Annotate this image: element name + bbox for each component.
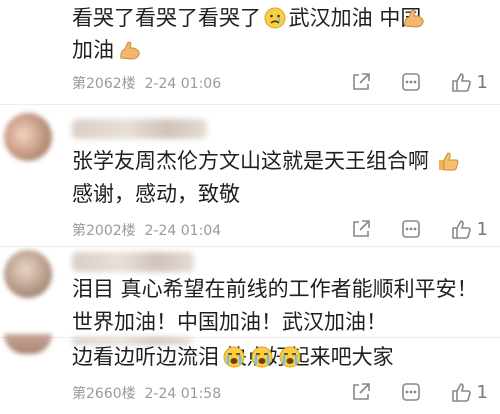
flexed-arm-icon bbox=[402, 7, 426, 33]
crying-face-icon bbox=[278, 346, 302, 372]
like-count: 1 bbox=[476, 218, 488, 240]
forward-icon[interactable] bbox=[399, 380, 423, 404]
comment-text-line: 世界加油！中国加油！武汉加油！ bbox=[72, 310, 387, 334]
comment-actions: 1 bbox=[323, 380, 488, 404]
thumbs-up-icon bbox=[449, 217, 473, 241]
comment-meta: 第2660楼 2-24 01:58 bbox=[72, 386, 222, 402]
comment-actions: 1 bbox=[323, 217, 488, 241]
avatar[interactable] bbox=[4, 334, 52, 354]
username[interactable] bbox=[72, 119, 207, 139]
comment-text-line: 张学友周杰伦方文山这就是天王组合啊 bbox=[72, 149, 429, 173]
sad-face-icon bbox=[264, 7, 286, 33]
comment-text-line: 泪目 真心希望在前线的工作者能顺利平安！ bbox=[72, 277, 478, 301]
share-icon[interactable] bbox=[349, 70, 373, 94]
like-count: 1 bbox=[476, 381, 488, 403]
comment-text-line: 加油 bbox=[72, 38, 114, 62]
thumbs-up-icon bbox=[449, 70, 473, 94]
flexed-arm-icon bbox=[118, 39, 142, 65]
crying-face-icon bbox=[222, 346, 246, 372]
thumbs-up-icon bbox=[449, 380, 473, 404]
crying-face-icon bbox=[250, 346, 274, 372]
like-count: 1 bbox=[476, 71, 488, 93]
like-button[interactable]: 1 bbox=[449, 380, 488, 404]
thumbs-up-icon bbox=[436, 150, 460, 176]
divider bbox=[0, 246, 500, 247]
comment-meta: 第2002楼 2-24 01:04 bbox=[72, 223, 222, 239]
comment-actions: 1 bbox=[323, 70, 488, 94]
avatar[interactable] bbox=[4, 113, 52, 161]
like-button[interactable]: 1 bbox=[449, 70, 488, 94]
share-icon[interactable] bbox=[349, 380, 373, 404]
forward-icon[interactable] bbox=[399, 217, 423, 241]
share-icon[interactable] bbox=[349, 217, 373, 241]
comment-meta: 第2062楼 2-24 01:06 bbox=[72, 76, 222, 92]
forward-icon[interactable] bbox=[399, 70, 423, 94]
comment-text-line: 看哭了看哭了看哭了 ，武汉加油 中国 bbox=[72, 6, 422, 30]
divider bbox=[0, 104, 500, 105]
username[interactable] bbox=[72, 252, 194, 272]
like-button[interactable]: 1 bbox=[449, 217, 488, 241]
avatar[interactable] bbox=[4, 250, 52, 298]
comment-text-line: 感谢，感动，致敬 bbox=[72, 182, 240, 206]
